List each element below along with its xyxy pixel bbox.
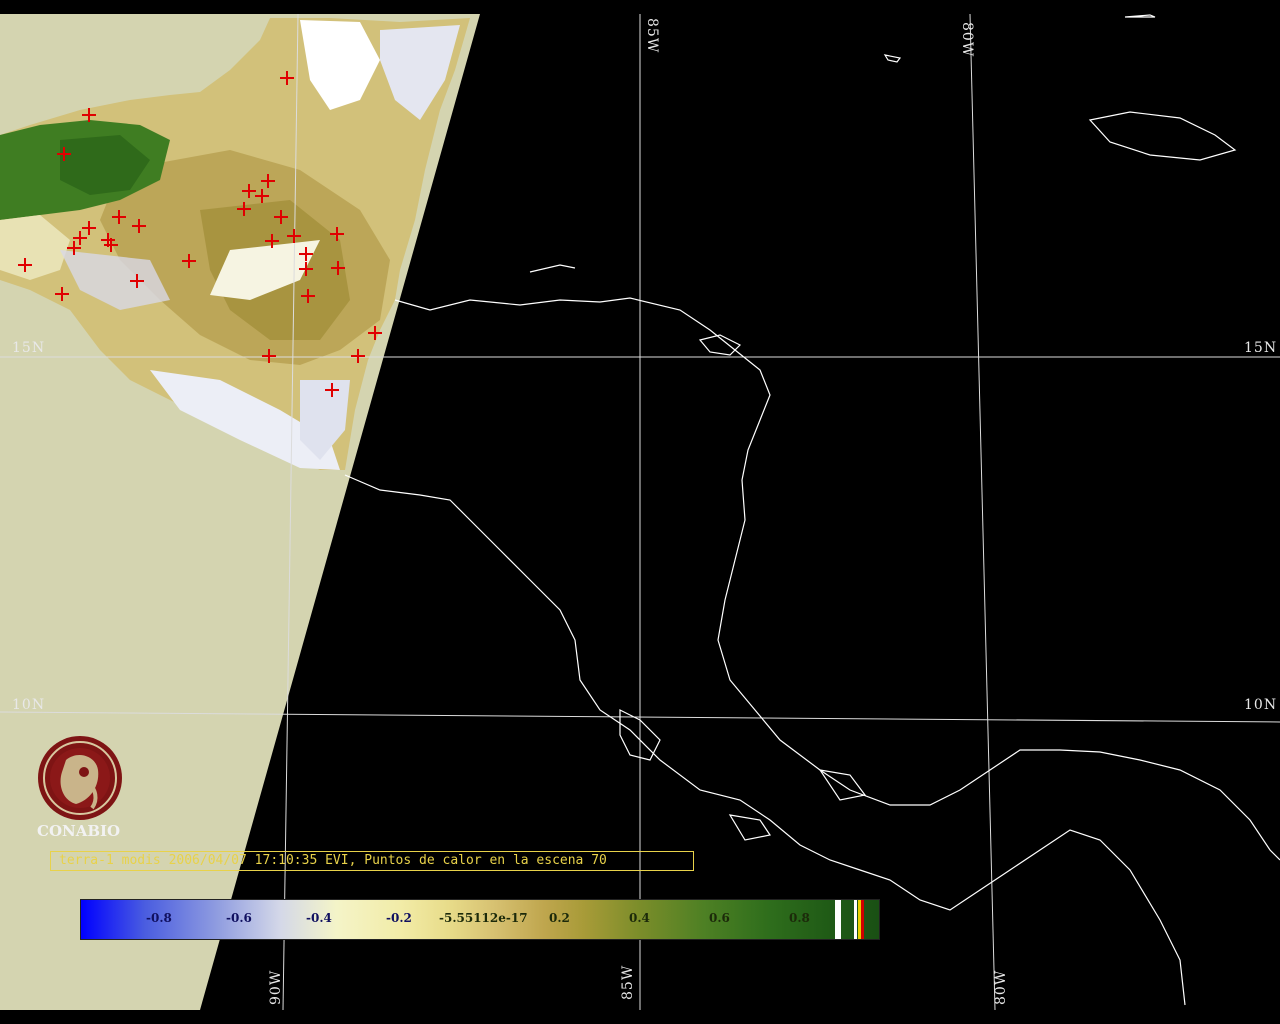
colorbar-white-stripe [835, 900, 841, 939]
lat-label-10n-right: 10N [1244, 697, 1278, 713]
colorbar-red-stripe [861, 900, 864, 939]
colorbar-tick: -0.2 [386, 911, 412, 925]
colorbar-tick: -0.4 [306, 911, 332, 925]
lon-label-80w-top: 80W [959, 22, 975, 58]
colorbar-tick: -0.6 [226, 911, 252, 925]
colorbar-tick: 0.2 [549, 911, 570, 925]
lon-label-85w-bottom: 85W [620, 964, 636, 1000]
lon-label-80w-bottom: 80W [993, 969, 1009, 1005]
colorbar-tick: 0.4 [629, 911, 650, 925]
colorbar-tick: 0.8 [789, 911, 810, 925]
lat-label-15n-right: 15N [1244, 340, 1278, 356]
lat-label-10n-left: 10N [12, 697, 46, 713]
conabio-logo [38, 736, 122, 820]
scene-caption: terra-1 modis 2006/04/07 17:10:35 EVI, P… [50, 851, 694, 871]
lat-label-15n-left: 15N [12, 340, 46, 356]
logo-name: CONABIO [37, 822, 121, 840]
colorbar-tick: -0.8 [146, 911, 172, 925]
colorbar-white-stripe-2 [854, 900, 857, 939]
lon-label-90w-bottom: 90W [268, 969, 284, 1005]
colorbar-tick: -5.55112e-17 [439, 911, 528, 925]
lon-label-85w-top: 85W [644, 18, 660, 54]
colorbar-tick: 0.6 [709, 911, 730, 925]
